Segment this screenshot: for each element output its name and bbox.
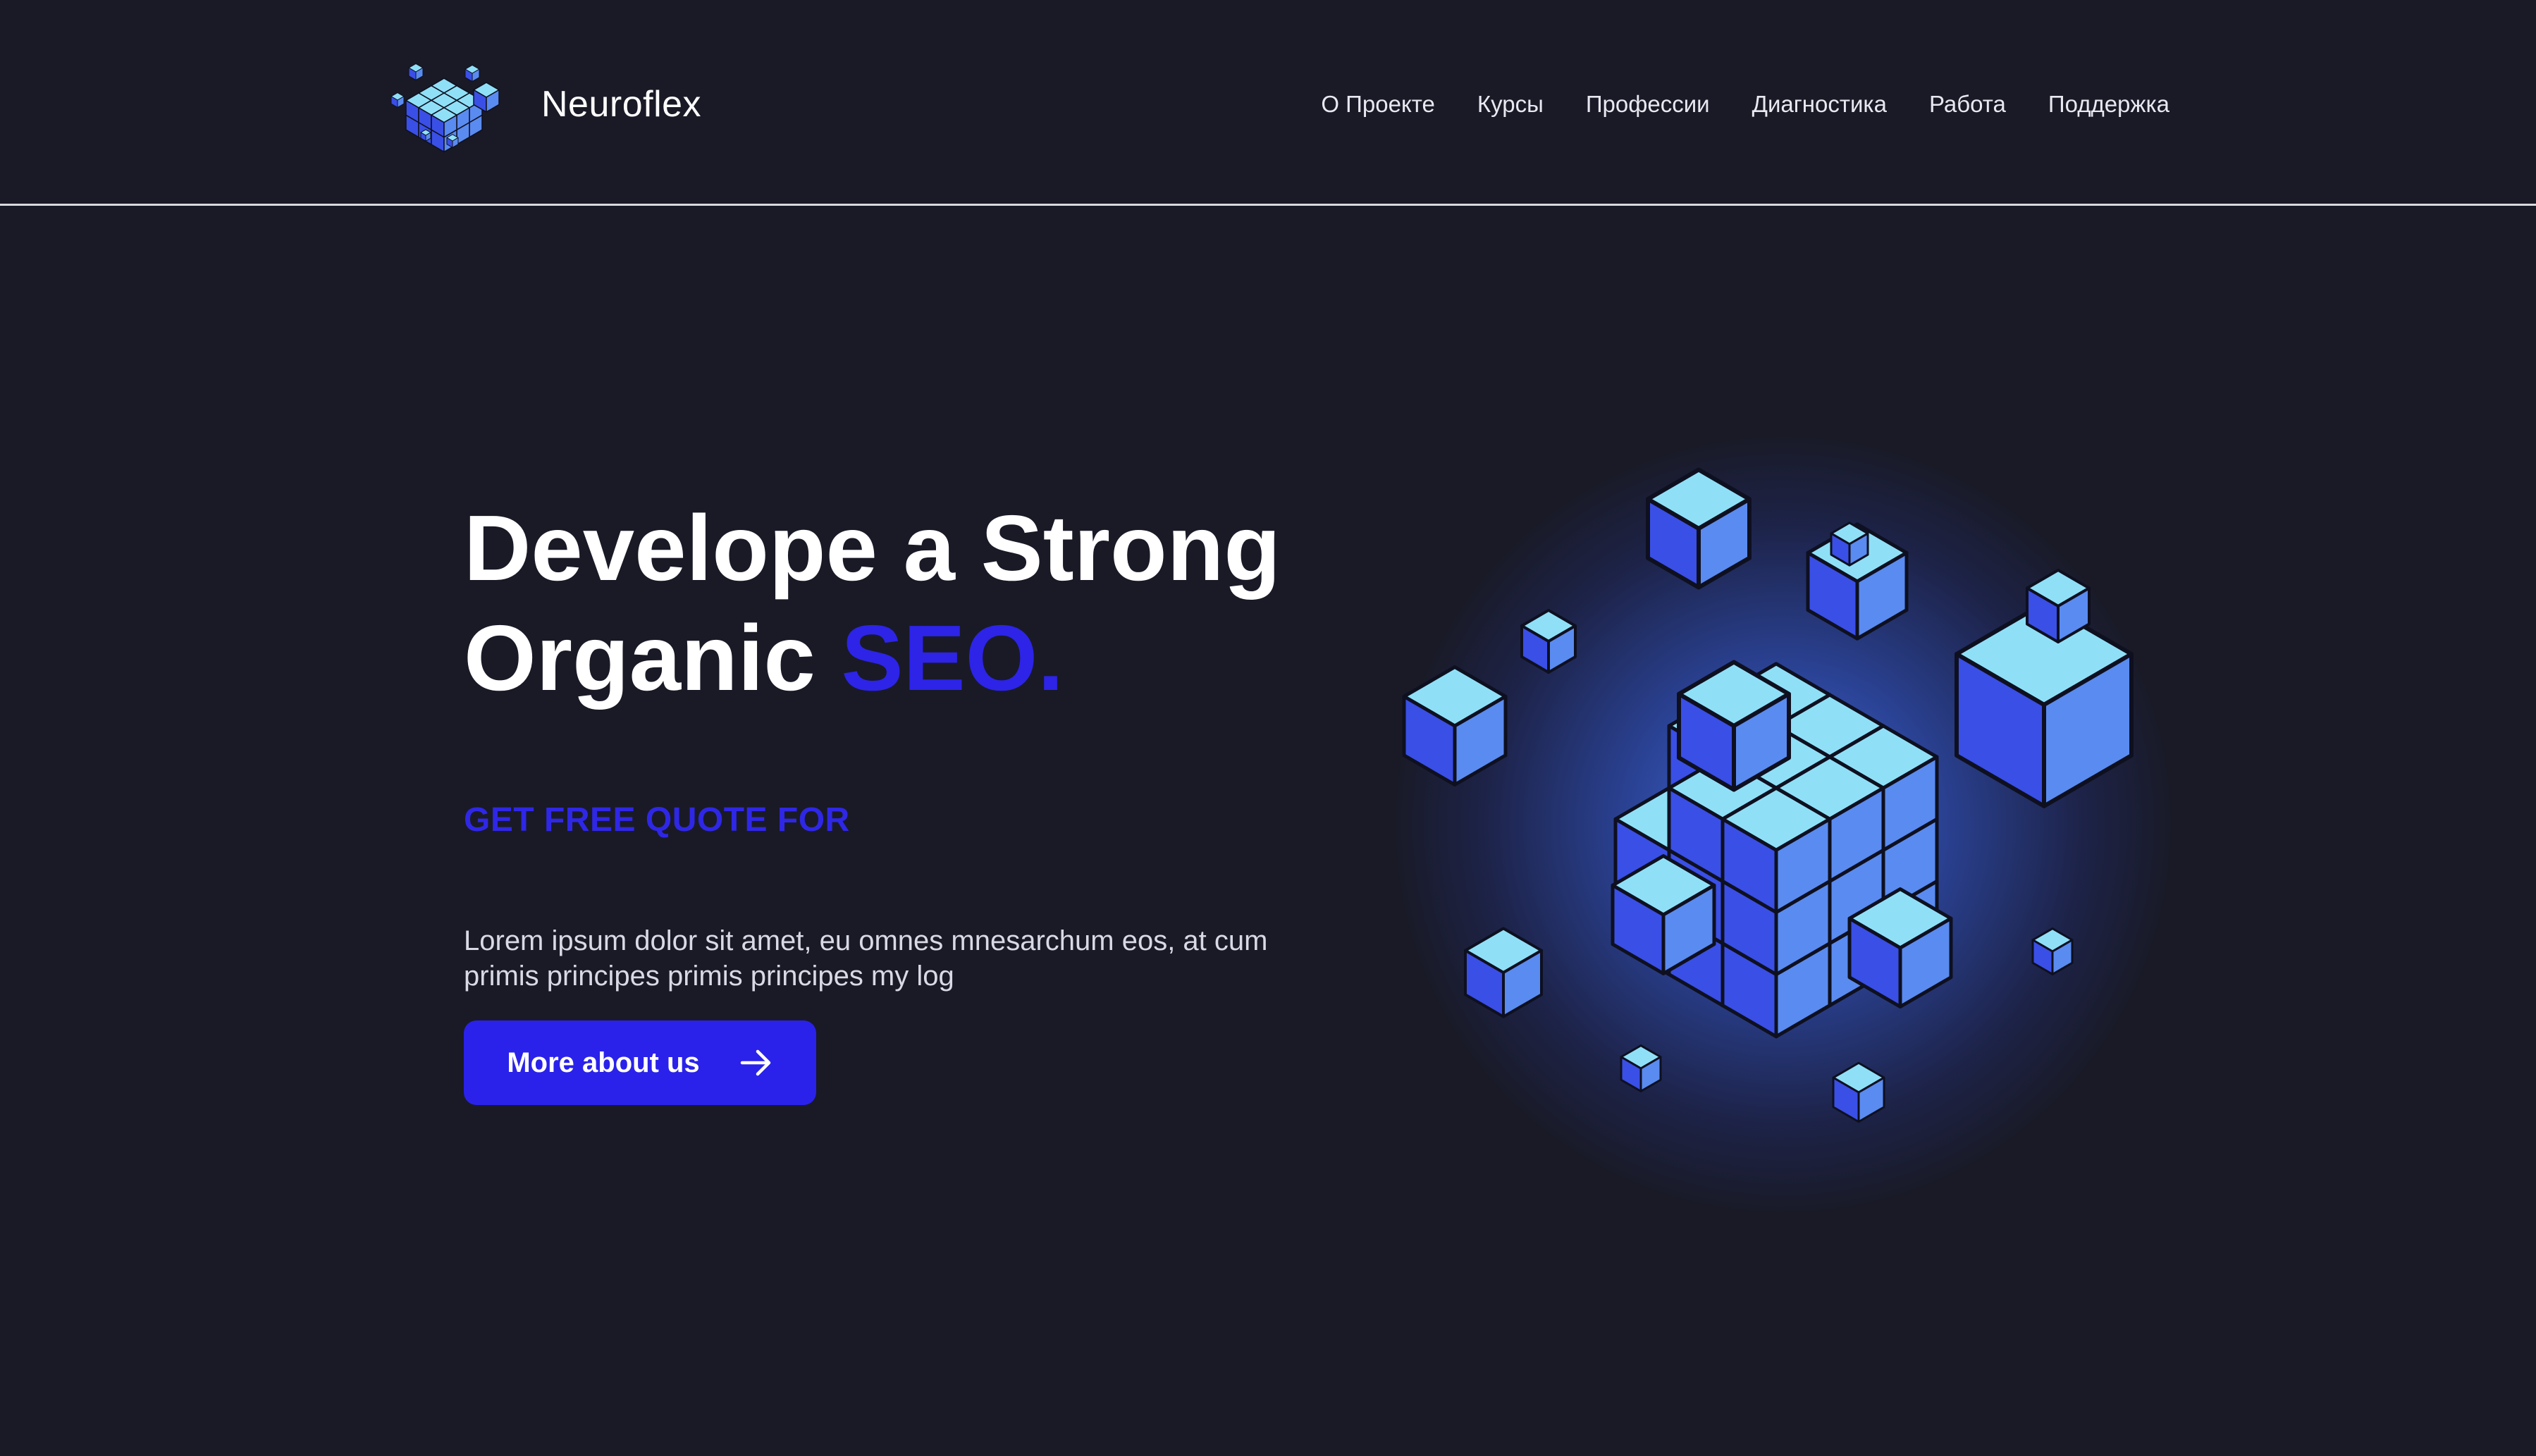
hero-title: Develope a Strong Organic SEO. bbox=[464, 493, 1380, 713]
nav-item-about[interactable]: О Проекте bbox=[1321, 87, 1435, 121]
tiny-floating-cube bbox=[1832, 1061, 1885, 1123]
cta-label: More about us bbox=[507, 1047, 700, 1078]
top-floating-cube bbox=[1646, 467, 1752, 590]
hero-title-line2: Organic bbox=[464, 606, 815, 710]
more-about-us-button[interactable]: More about us bbox=[464, 1020, 816, 1105]
landing-page: Neuroflex О Проекте Курсы Профессии Диаг… bbox=[0, 0, 2536, 1456]
arrow-right-icon bbox=[740, 1049, 770, 1076]
nav-item-courses[interactable]: Курсы bbox=[1477, 87, 1544, 121]
cubes-logo-icon[interactable] bbox=[388, 56, 503, 155]
logo-floating-cube bbox=[420, 129, 431, 142]
left-floating-cube bbox=[1402, 665, 1508, 787]
hero-description: Lorem ipsum dolor sit amet, eu omnes mne… bbox=[464, 925, 1268, 992]
logo-floating-cube bbox=[464, 64, 480, 82]
logo-floating-cube bbox=[408, 63, 424, 81]
nav-item-support[interactable]: Поддержка bbox=[2048, 87, 2169, 121]
small-floating-cube bbox=[1464, 927, 1543, 1018]
brand-name[interactable]: Neuroflex bbox=[541, 82, 701, 127]
nav-item-professions[interactable]: Профессии bbox=[1586, 87, 1710, 121]
nav-item-diagnostics[interactable]: Диагностика bbox=[1752, 87, 1887, 121]
nav-item-work[interactable]: Работа bbox=[1929, 87, 2006, 121]
small-floating-cube bbox=[1520, 608, 1577, 674]
tiny-floating-cube bbox=[1830, 522, 1869, 567]
logo-floating-cube bbox=[446, 134, 459, 148]
logo-floating-cube bbox=[390, 92, 405, 108]
cubes-graphic bbox=[1402, 467, 2134, 1123]
main-nav: О Проекте Курсы Профессии Диагностика Ра… bbox=[1321, 87, 2169, 121]
hero-title-accent: SEO. bbox=[841, 606, 1064, 710]
tiny-floating-cube bbox=[2031, 927, 2074, 975]
hero-eyebrow: GET FREE QUOTE FOR bbox=[464, 801, 850, 839]
hero-title-line1: Develope a Strong bbox=[464, 496, 1281, 600]
tiny-floating-cube bbox=[1620, 1044, 1662, 1092]
isometric-cubes-illustration bbox=[1339, 395, 2213, 1226]
site-header: Neuroflex О Проекте Курсы Профессии Диаг… bbox=[0, 0, 2536, 206]
